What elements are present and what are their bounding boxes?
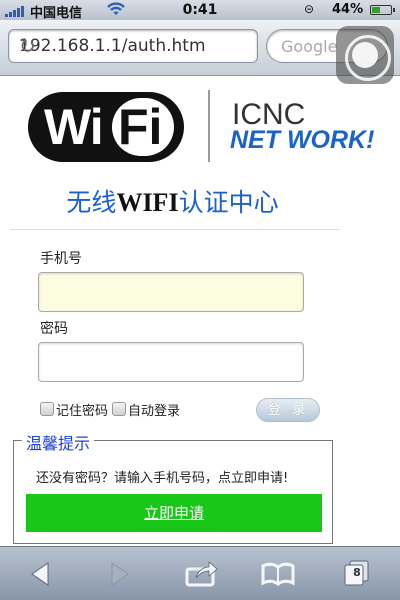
- page-title: 无线WIFI认证中心: [0, 183, 345, 219]
- auto-login-checkbox[interactable]: [112, 402, 126, 416]
- status-bar: 中国电信 0:41 ⊝ 44%: [0, 0, 400, 21]
- tabs-icon[interactable]: 8: [342, 557, 382, 591]
- forward-icon[interactable]: [104, 557, 144, 591]
- brand-tagline: NET WORK!: [230, 126, 375, 154]
- orientation-lock-icon: ⊝: [304, 2, 315, 16]
- battery-icon: [370, 5, 395, 15]
- logo-divider: [208, 90, 210, 162]
- title-suffix: 认证中心: [178, 188, 279, 217]
- bookmarks-icon[interactable]: [260, 557, 300, 591]
- wifi-logo: Wi Fi: [28, 92, 184, 162]
- tips-legend: 温馨提示: [22, 430, 95, 454]
- password-input[interactable]: [38, 342, 304, 382]
- wifi-logo-wi: Wi: [44, 99, 104, 155]
- phone-input[interactable]: [38, 272, 304, 312]
- wifi-logo-fi: Fi: [118, 99, 163, 155]
- title-wifi: WIFI: [116, 188, 179, 217]
- browser-address-bar: 192.168.1.1/auth.htm ↻ Google: [0, 20, 400, 84]
- remember-password-label: 记住密码: [56, 404, 109, 419]
- tabs-count: 8: [353, 566, 361, 579]
- divider: [10, 229, 340, 230]
- apply-now-button[interactable]: 立即申请: [26, 494, 322, 532]
- phone-label: 手机号: [40, 251, 82, 267]
- title-prefix: 无线: [66, 188, 117, 217]
- assistive-touch-button[interactable]: [336, 26, 394, 84]
- login-button[interactable]: 登 录: [256, 398, 320, 422]
- reload-icon[interactable]: ↻: [19, 34, 249, 58]
- browser-toolbar: 8: [0, 546, 400, 600]
- search-placeholder: Google: [281, 37, 338, 56]
- password-label: 密码: [40, 321, 68, 337]
- battery-percent: 44%: [332, 2, 364, 17]
- back-icon[interactable]: [26, 557, 66, 591]
- url-field[interactable]: 192.168.1.1/auth.htm ↻: [8, 29, 258, 63]
- share-icon[interactable]: [184, 557, 224, 591]
- tips-text: 还没有密码？请输入手机号码，点立即申请!: [36, 471, 289, 486]
- auto-login-label: 自动登录: [128, 404, 181, 419]
- remember-password-checkbox[interactable]: [40, 402, 54, 416]
- wifi-logo-fi-badge: Fi: [112, 98, 174, 156]
